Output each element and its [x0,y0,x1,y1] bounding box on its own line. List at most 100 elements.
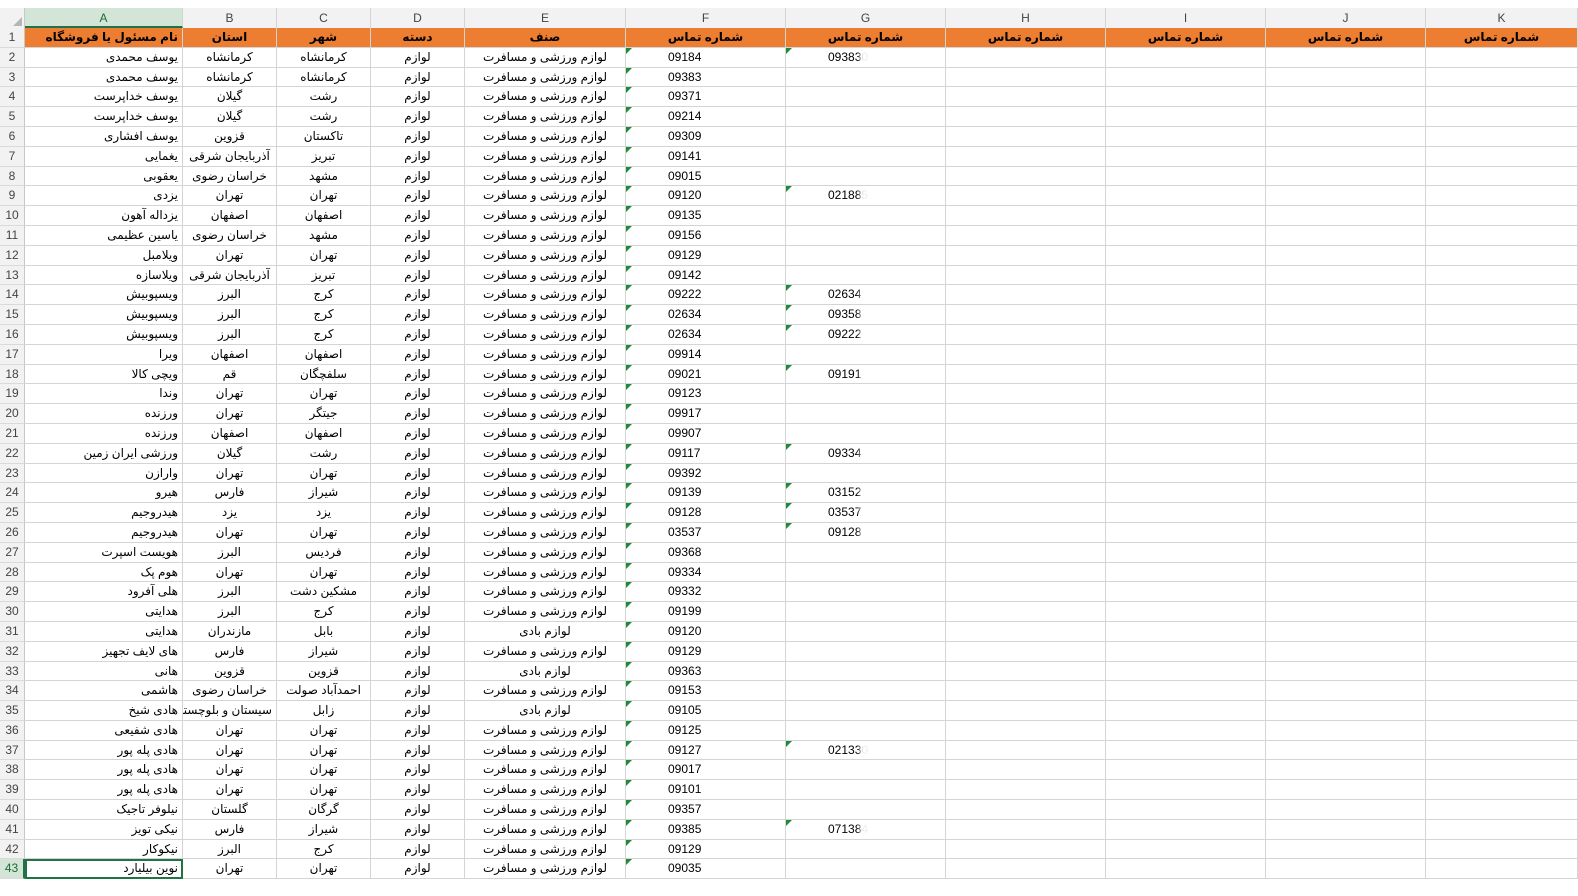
empty-cell[interactable] [1426,720,1578,741]
cell-category[interactable]: لوازم [371,463,465,484]
empty-cell[interactable] [1266,621,1426,642]
cell-province[interactable]: خراسان رضوی [183,166,277,187]
row-number[interactable]: 30 [0,602,25,622]
cell-province[interactable]: آذربایجان شرقی [183,265,277,286]
cell-guild[interactable]: لوازم ورزشی و مسافرت [465,542,626,563]
row-number[interactable]: 10 [0,206,25,226]
cell-category[interactable]: لوازم [371,859,465,880]
cell-phone-1[interactable]: 09128 [626,503,786,523]
empty-cell[interactable] [1266,364,1426,385]
empty-cell[interactable] [1426,404,1578,424]
cell-category[interactable]: لوازم [371,344,465,365]
cell-city[interactable]: تهران [277,463,371,484]
cell-phone-1[interactable]: 09153 [626,681,786,702]
header-cell[interactable]: استان [183,28,277,48]
cell-province[interactable]: تهران [183,245,277,266]
empty-cell[interactable] [1266,206,1426,226]
empty-cell[interactable] [1106,225,1266,246]
cell-name[interactable]: یوسف خداپرست [25,87,183,108]
empty-cell[interactable] [1426,701,1578,721]
cell-phone-2[interactable]: 021885 [786,186,946,207]
cell-phone-1[interactable]: 09371 [626,87,786,108]
cell-province[interactable]: تهران [183,780,277,801]
cell-guild[interactable]: لوازم ورزشی و مسافرت [465,206,626,226]
cell-name[interactable]: نیکوکار [25,839,183,860]
cell-province[interactable]: تهران [183,859,277,880]
empty-cell[interactable] [1426,186,1578,207]
cell-guild[interactable]: لوازم ورزشی و مسافرت [465,463,626,484]
cell-province[interactable]: تهران [183,522,277,543]
cell-phone-1[interactable]: 03537 [626,522,786,543]
empty-cell[interactable] [1426,126,1578,147]
row-number[interactable]: 24 [0,483,25,504]
cell-name[interactable]: ویسپوبیش [25,285,183,306]
cell-category[interactable]: لوازم [371,166,465,187]
cell-name[interactable]: هادی شفیعی [25,720,183,741]
cell-category[interactable]: لوازم [371,206,465,226]
cell-city[interactable]: مشهد [277,225,371,246]
cell-province[interactable]: گیلان [183,443,277,464]
cell-phone-1[interactable]: 09123 [626,384,786,405]
cell-city[interactable]: تهران [277,186,371,207]
cell-phone-2[interactable] [786,404,946,424]
cell-phone-2[interactable] [786,582,946,603]
cell-city[interactable]: جیتگر [277,404,371,424]
cell-city[interactable]: کرج [277,285,371,306]
cell-category[interactable]: لوازم [371,681,465,702]
cell-province[interactable]: تهران [183,186,277,207]
row-number[interactable]: 21 [0,423,25,444]
cell-guild[interactable]: لوازم ورزشی و مسافرت [465,582,626,603]
cell-category[interactable]: لوازم [371,819,465,840]
cell-category[interactable]: لوازم [371,423,465,444]
empty-cell[interactable] [1106,423,1266,444]
empty-cell[interactable] [946,67,1106,88]
cell-province[interactable]: اصفهان [183,206,277,226]
cell-name[interactable]: هدایتی [25,621,183,642]
cell-name[interactable]: یوسف خداپرست [25,107,183,127]
cell-category[interactable]: لوازم [371,126,465,147]
cell-guild[interactable]: لوازم ورزشی و مسافرت [465,740,626,761]
cell-phone-2[interactable] [786,463,946,484]
cell-category[interactable]: لوازم [371,522,465,543]
cell-category[interactable]: لوازم [371,641,465,662]
empty-cell[interactable] [1106,126,1266,147]
cell-phone-1[interactable]: 09135 [626,206,786,226]
cell-name[interactable]: هادی پله پور [25,740,183,761]
empty-cell[interactable] [1106,542,1266,563]
empty-cell[interactable] [1106,324,1266,345]
cell-category[interactable]: لوازم [371,146,465,167]
header-cell[interactable]: شماره تماس [626,28,786,48]
cell-phone-2[interactable] [786,621,946,642]
cell-guild[interactable]: لوازم ورزشی و مسافرت [465,423,626,444]
cell-city[interactable]: کرج [277,839,371,860]
empty-cell[interactable] [1426,47,1578,68]
empty-cell[interactable] [1106,701,1266,721]
cell-guild[interactable]: لوازم ورزشی و مسافرت [465,483,626,504]
cell-phone-1[interactable]: 09199 [626,602,786,622]
cell-city[interactable]: قزوین [277,661,371,682]
cell-city[interactable]: تهران [277,740,371,761]
cell-guild[interactable]: لوازم ورزشی و مسافرت [465,186,626,207]
cell-phone-1[interactable]: 09334 [626,562,786,583]
row-number[interactable]: 1 [0,28,25,48]
empty-cell[interactable] [1426,443,1578,464]
row-number[interactable]: 38 [0,760,25,781]
cell-name[interactable]: وارازن [25,463,183,484]
empty-cell[interactable] [946,47,1106,68]
cell-province[interactable]: سیستان و بلوچستان [183,701,277,721]
empty-cell[interactable] [946,87,1106,108]
cell-category[interactable]: لوازم [371,720,465,741]
header-cell[interactable]: شماره تماس [946,28,1106,48]
cell-province[interactable]: تهران [183,463,277,484]
cell-name[interactable]: یعقوبی [25,166,183,187]
empty-cell[interactable] [1106,285,1266,306]
cell-name[interactable]: یزداله آهون [25,206,183,226]
cell-phone-2[interactable] [786,720,946,741]
empty-cell[interactable] [1106,364,1266,385]
empty-cell[interactable] [946,483,1106,504]
header-cell[interactable]: شهر [277,28,371,48]
empty-cell[interactable] [1426,800,1578,820]
cell-phone-1[interactable]: 09332 [626,582,786,603]
cell-phone-2[interactable] [786,681,946,702]
empty-cell[interactable] [946,503,1106,523]
